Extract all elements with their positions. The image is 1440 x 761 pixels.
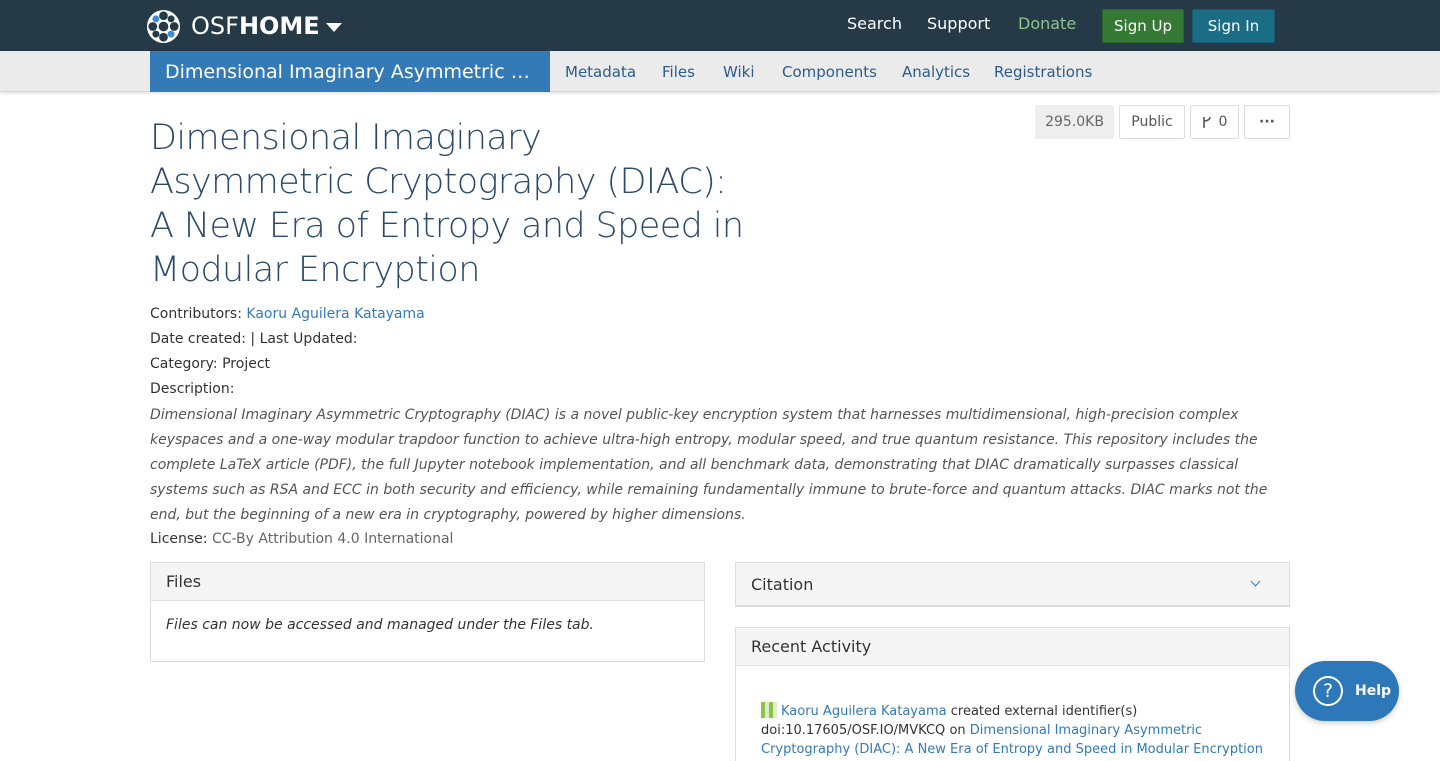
contributor-link[interactable]: Kaoru Aguilera Katayama (246, 306, 424, 322)
fork-icon (1202, 116, 1211, 128)
description-label: Description: (150, 381, 235, 397)
dates-line: Date created: | Last Updated: (150, 331, 358, 347)
visibility-button[interactable]: Public (1119, 105, 1185, 139)
license-label: License: (150, 531, 208, 547)
brand-osf-text: OSF (191, 12, 239, 40)
project-nav-title[interactable]: Dimensional Imaginary Asymmetric Cryptog… (150, 51, 550, 92)
search-link[interactable]: Search (847, 14, 902, 33)
category-line: Category: Project (150, 356, 270, 372)
tab-registrations[interactable]: Registrations (994, 63, 1092, 81)
category-value: Project (222, 356, 271, 372)
project-description: Dimensional Imaginary Asymmetric Cryptog… (150, 407, 1268, 523)
files-panel-body: Files can now be accessed and managed un… (166, 617, 594, 633)
sign-in-button[interactable]: Sign In (1192, 9, 1275, 43)
category-label: Category: (150, 356, 218, 372)
files-panel: Files Files can now be accessed and mana… (150, 562, 705, 662)
activity-user-link[interactable]: Kaoru Aguilera Katayama (781, 704, 947, 719)
osf-home-brand[interactable]: OSF HOME (146, 8, 342, 44)
tab-wiki[interactable]: Wiki (723, 63, 755, 81)
question-mark-icon: ? (1313, 676, 1343, 706)
license-line: License: CC-By Attribution 4.0 Internati… (150, 531, 453, 547)
contributors-line: Contributors: Kaoru Aguilera Katayama (150, 306, 425, 322)
sign-up-button[interactable]: Sign Up (1102, 9, 1184, 43)
fork-button[interactable]: 0 (1190, 105, 1239, 139)
user-identicon-icon (761, 702, 777, 718)
fork-count: 0 (1218, 114, 1228, 130)
activity-entry: Kaoru Aguilera Katayama created external… (736, 666, 1289, 759)
recent-activity-panel: Recent Activity Kaoru Aguilera Katayama … (735, 627, 1290, 761)
tab-components[interactable]: Components (782, 63, 877, 81)
recent-activity-heading: Recent Activity (736, 628, 1289, 666)
project-navbar: Dimensional Imaginary Asymmetric Cryptog… (0, 51, 1440, 92)
brand-home-text: HOME (238, 12, 320, 40)
activity-doi: doi:10.17605/OSF.IO/MVKCQ (761, 723, 946, 738)
donate-link[interactable]: Donate (1018, 14, 1076, 33)
top-navbar: OSF HOME Search Support Donate Sign Up S… (0, 0, 1440, 51)
osf-logo-icon (146, 9, 181, 43)
more-options-button[interactable]: ··· (1244, 105, 1290, 139)
files-panel-heading: Files (151, 563, 704, 601)
help-label: Help (1355, 683, 1392, 699)
support-link[interactable]: Support (927, 14, 990, 33)
caret-down-icon[interactable] (325, 23, 342, 32)
project-size-badge: 295.0KB (1035, 105, 1114, 139)
activity-action: created external identifier(s) (950, 704, 1138, 719)
project-title: Dimensional Imaginary Asymmetric Cryptog… (150, 118, 744, 290)
citation-panel[interactable]: Citation (735, 562, 1290, 607)
tab-files[interactable]: Files (662, 63, 695, 81)
help-button[interactable]: ? Help (1295, 661, 1399, 721)
tab-analytics[interactable]: Analytics (902, 63, 970, 81)
activity-on: on (949, 723, 966, 738)
contributors-label: Contributors: (150, 306, 242, 322)
citation-panel-heading[interactable]: Citation (736, 563, 1289, 605)
license-value[interactable]: CC-By Attribution 4.0 International (212, 531, 454, 547)
project-nav-title-text: Dimensional Imaginary Asymmetric Cryptog… (165, 60, 535, 83)
tab-metadata[interactable]: Metadata (565, 63, 636, 81)
